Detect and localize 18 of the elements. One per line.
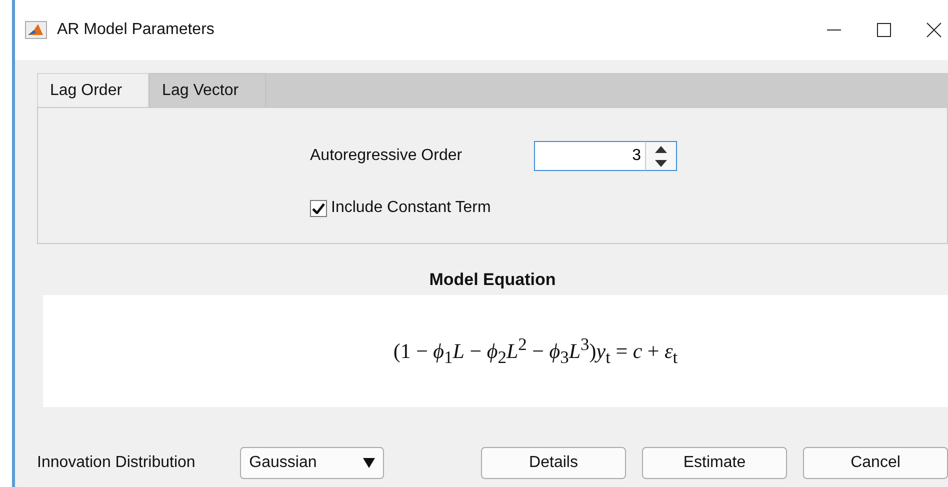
caret-icon <box>363 458 375 468</box>
maximize-icon[interactable] <box>876 22 892 38</box>
checkbox-label: Include Constant Term <box>331 199 491 217</box>
section-title: Model Equation <box>429 270 556 289</box>
distribution-dropdown[interactable]: Gaussian <box>240 447 384 479</box>
field-label: Innovation Distribution <box>37 454 196 472</box>
app-logo-icon <box>25 21 47 39</box>
field-label: Autoregressive Order <box>310 147 464 165</box>
model-equation: (1 − ϕ$_{1}$L − ϕ$_{2}$L$^{2}$ − ϕ$_{3}$L$^{3}$)y$_{t}$ = c + ε$_{t}$ <box>392 334 678 368</box>
tab[interactable]: Lag Vector <box>149 73 266 107</box>
estimate-button[interactable]: Estimate <box>642 447 787 479</box>
details-button[interactable]: Details <box>481 447 626 479</box>
window-title: AR Model Parameters <box>57 21 214 39</box>
cancel-button[interactable]: Cancel <box>803 447 948 479</box>
tab[interactable]: Lag Order <box>37 73 150 107</box>
order-field[interactable]: 3 <box>534 141 646 171</box>
checkbox[interactable] <box>310 200 327 216</box>
close-icon[interactable] <box>926 22 942 38</box>
